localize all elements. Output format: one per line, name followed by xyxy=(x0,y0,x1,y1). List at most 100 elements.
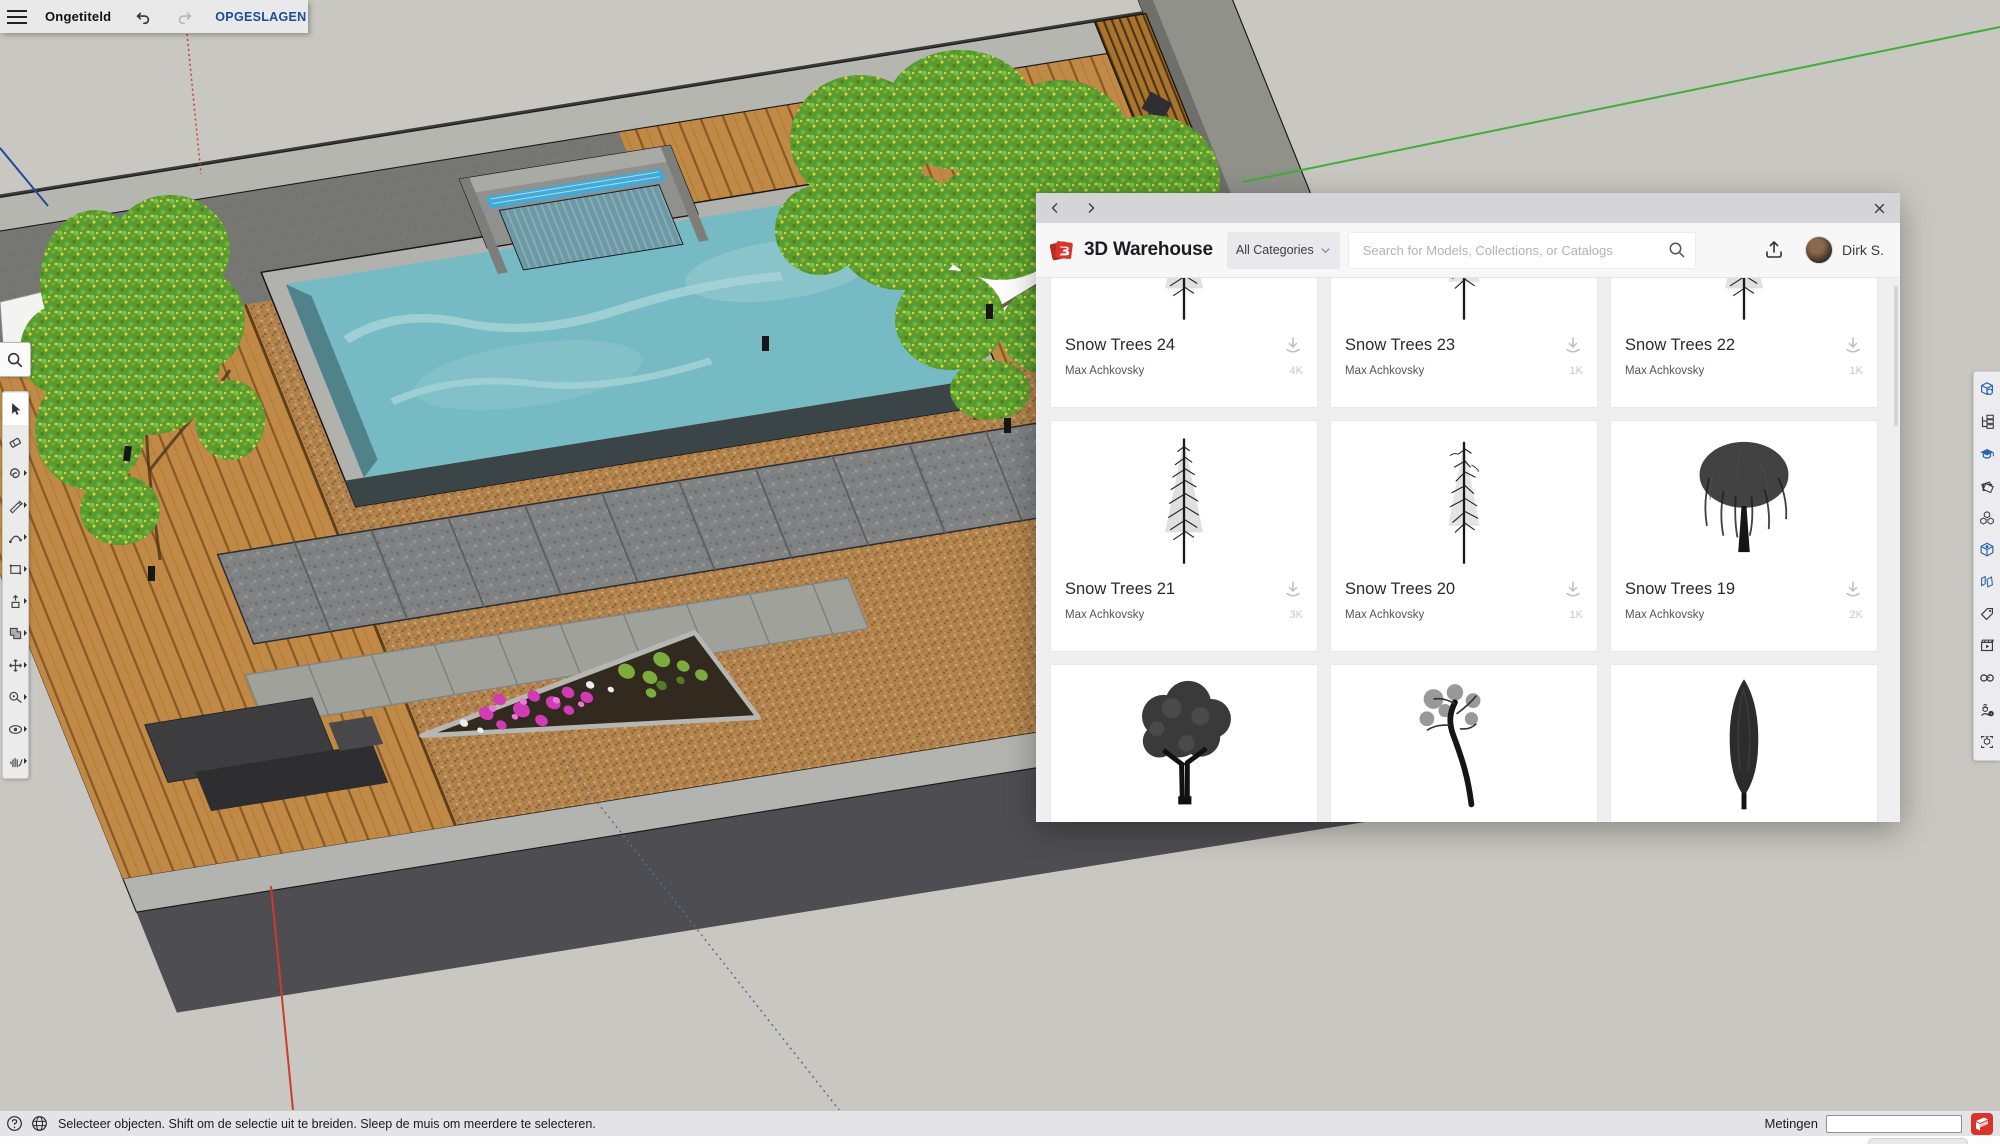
panel-display[interactable] xyxy=(1974,726,1999,758)
panels-toolbar: i xyxy=(1973,371,2000,761)
model-author[interactable]: Max Achkovsky xyxy=(1065,609,1144,621)
document-title: Ongetiteld xyxy=(45,9,111,24)
model-card[interactable] xyxy=(1050,664,1318,822)
download-count: 1K xyxy=(1570,609,1583,621)
help-button[interactable] xyxy=(6,1115,23,1132)
model-title[interactable]: Snow Trees 20 xyxy=(1345,580,1455,599)
svg-text:i: i xyxy=(1990,711,1991,716)
categories-dropdown[interactable]: All Categories xyxy=(1227,232,1340,269)
tool-eraser[interactable] xyxy=(3,425,28,457)
model-card[interactable]: Snow Trees 21 Max Achkovsky 3K xyxy=(1050,420,1318,652)
model-thumbnail[interactable] xyxy=(1331,421,1597,573)
search-tools-button[interactable] xyxy=(0,342,31,377)
close-icon xyxy=(1873,202,1886,215)
panel-model-info[interactable]: i xyxy=(1974,694,1999,726)
tool-line[interactable] xyxy=(3,489,28,521)
model-card[interactable] xyxy=(1330,664,1598,822)
redo-icon xyxy=(176,8,194,26)
hamburger-menu-icon[interactable] xyxy=(7,10,27,24)
model-card[interactable]: Snow Trees 19 Max Achkovsky 2K xyxy=(1610,420,1878,652)
chevron-down-icon xyxy=(1320,245,1331,256)
model-author[interactable]: Max Achkovsky xyxy=(1065,365,1144,377)
warehouse-title: 3D Warehouse xyxy=(1084,239,1213,261)
model-author[interactable]: Max Achkovsky xyxy=(1625,365,1704,377)
panel-scenes[interactable] xyxy=(1974,566,1999,598)
panel-views[interactable] xyxy=(1974,662,1999,694)
language-button[interactable] xyxy=(31,1115,48,1132)
tool-tape-measure[interactable] xyxy=(3,681,28,713)
panel-materials[interactable] xyxy=(1974,470,1999,502)
sketchup-logo-icon xyxy=(1970,1112,1994,1136)
bottom-strip xyxy=(0,1136,2000,1144)
model-author[interactable]: Max Achkovsky xyxy=(1345,609,1424,621)
close-button[interactable] xyxy=(1870,199,1888,217)
tool-pan[interactable] xyxy=(3,745,28,777)
panel-instructor[interactable] xyxy=(1974,438,1999,470)
search-icon xyxy=(6,351,24,369)
tool-arc[interactable] xyxy=(3,521,28,553)
download-count: 1K xyxy=(1850,365,1863,377)
model-title[interactable]: Snow Trees 24 xyxy=(1065,336,1175,355)
download-icon[interactable] xyxy=(1843,579,1863,599)
model-author[interactable]: Max Achkovsky xyxy=(1625,609,1704,621)
model-thumbnail[interactable] xyxy=(1611,665,1877,817)
model-title[interactable]: Snow Trees 23 xyxy=(1345,336,1455,355)
search-bar xyxy=(1348,232,1696,269)
download-icon[interactable] xyxy=(1283,579,1303,599)
download-icon[interactable] xyxy=(1843,335,1863,355)
user-name[interactable]: Dirk S. xyxy=(1842,242,1884,258)
measurements-input[interactable] xyxy=(1826,1115,1962,1133)
tool-paint[interactable] xyxy=(3,457,28,489)
tool-move[interactable] xyxy=(3,649,28,681)
categories-label: All Categories xyxy=(1236,243,1314,257)
tool-shapes[interactable] xyxy=(3,553,28,585)
panel-styles[interactable] xyxy=(1974,534,1999,566)
status-bar: Selecteer objecten. Shift om de selectie… xyxy=(0,1110,2000,1136)
model-card[interactable]: Snow Trees 24 Max Achkovsky 4K xyxy=(1050,278,1318,408)
panel-components[interactable] xyxy=(1974,502,1999,534)
model-title[interactable]: Snow Trees 19 xyxy=(1625,580,1735,599)
model-author[interactable]: Max Achkovsky xyxy=(1345,365,1424,377)
download-icon[interactable] xyxy=(1283,335,1303,355)
model-thumbnail[interactable] xyxy=(1331,665,1597,817)
warehouse-dialog: 3D Warehouse All Categories Dirk S. xyxy=(1036,193,1900,822)
warehouse-titlebar[interactable] xyxy=(1036,193,1900,223)
model-card[interactable]: Snow Trees 23 Max Achkovsky 1K xyxy=(1330,278,1598,408)
user-avatar[interactable] xyxy=(1805,236,1833,264)
download-count: 2K xyxy=(1850,609,1863,621)
model-card[interactable] xyxy=(1610,664,1878,822)
model-thumbnail[interactable] xyxy=(1051,421,1317,573)
panel-entity-info[interactable] xyxy=(1974,374,1999,406)
model-title[interactable]: Snow Trees 21 xyxy=(1065,580,1175,599)
panel-tags[interactable] xyxy=(1974,598,1999,630)
back-button[interactable] xyxy=(1046,199,1064,217)
dialog-scrollbar[interactable] xyxy=(1894,286,1898,426)
warehouse-results: Snow Trees 24 Max Achkovsky 4K Snow Tree… xyxy=(1036,278,1900,822)
model-title[interactable]: Snow Trees 22 xyxy=(1625,336,1735,355)
tool-select[interactable] xyxy=(3,393,28,425)
model-card[interactable]: Snow Trees 22 Max Achkovsky 1K xyxy=(1610,278,1878,408)
undo-icon xyxy=(134,8,152,26)
model-thumbnail[interactable] xyxy=(1611,278,1877,329)
model-card[interactable]: Snow Trees 20 Max Achkovsky 1K xyxy=(1330,420,1598,652)
model-thumbnail[interactable] xyxy=(1611,421,1877,573)
redo-button[interactable] xyxy=(175,7,195,27)
upload-icon[interactable] xyxy=(1763,239,1785,261)
search-icon[interactable] xyxy=(1667,240,1687,260)
tool-orbit[interactable] xyxy=(3,713,28,745)
download-count: 3K xyxy=(1290,609,1303,621)
model-thumbnail[interactable] xyxy=(1051,278,1317,329)
saved-status-badge[interactable]: OPGESLAGEN xyxy=(215,10,306,24)
model-thumbnail[interactable] xyxy=(1051,665,1317,817)
undo-button[interactable] xyxy=(133,7,153,27)
panel-outliner[interactable] xyxy=(1974,406,1999,438)
download-icon[interactable] xyxy=(1563,579,1583,599)
panel-animations[interactable] xyxy=(1974,630,1999,662)
forward-button[interactable] xyxy=(1082,199,1100,217)
model-thumbnail[interactable] xyxy=(1331,278,1597,329)
download-icon[interactable] xyxy=(1563,335,1583,355)
tool-offset[interactable] xyxy=(3,617,28,649)
search-input[interactable] xyxy=(1361,242,1667,259)
tool-push-pull[interactable] xyxy=(3,585,28,617)
download-count: 4K xyxy=(1290,365,1303,377)
